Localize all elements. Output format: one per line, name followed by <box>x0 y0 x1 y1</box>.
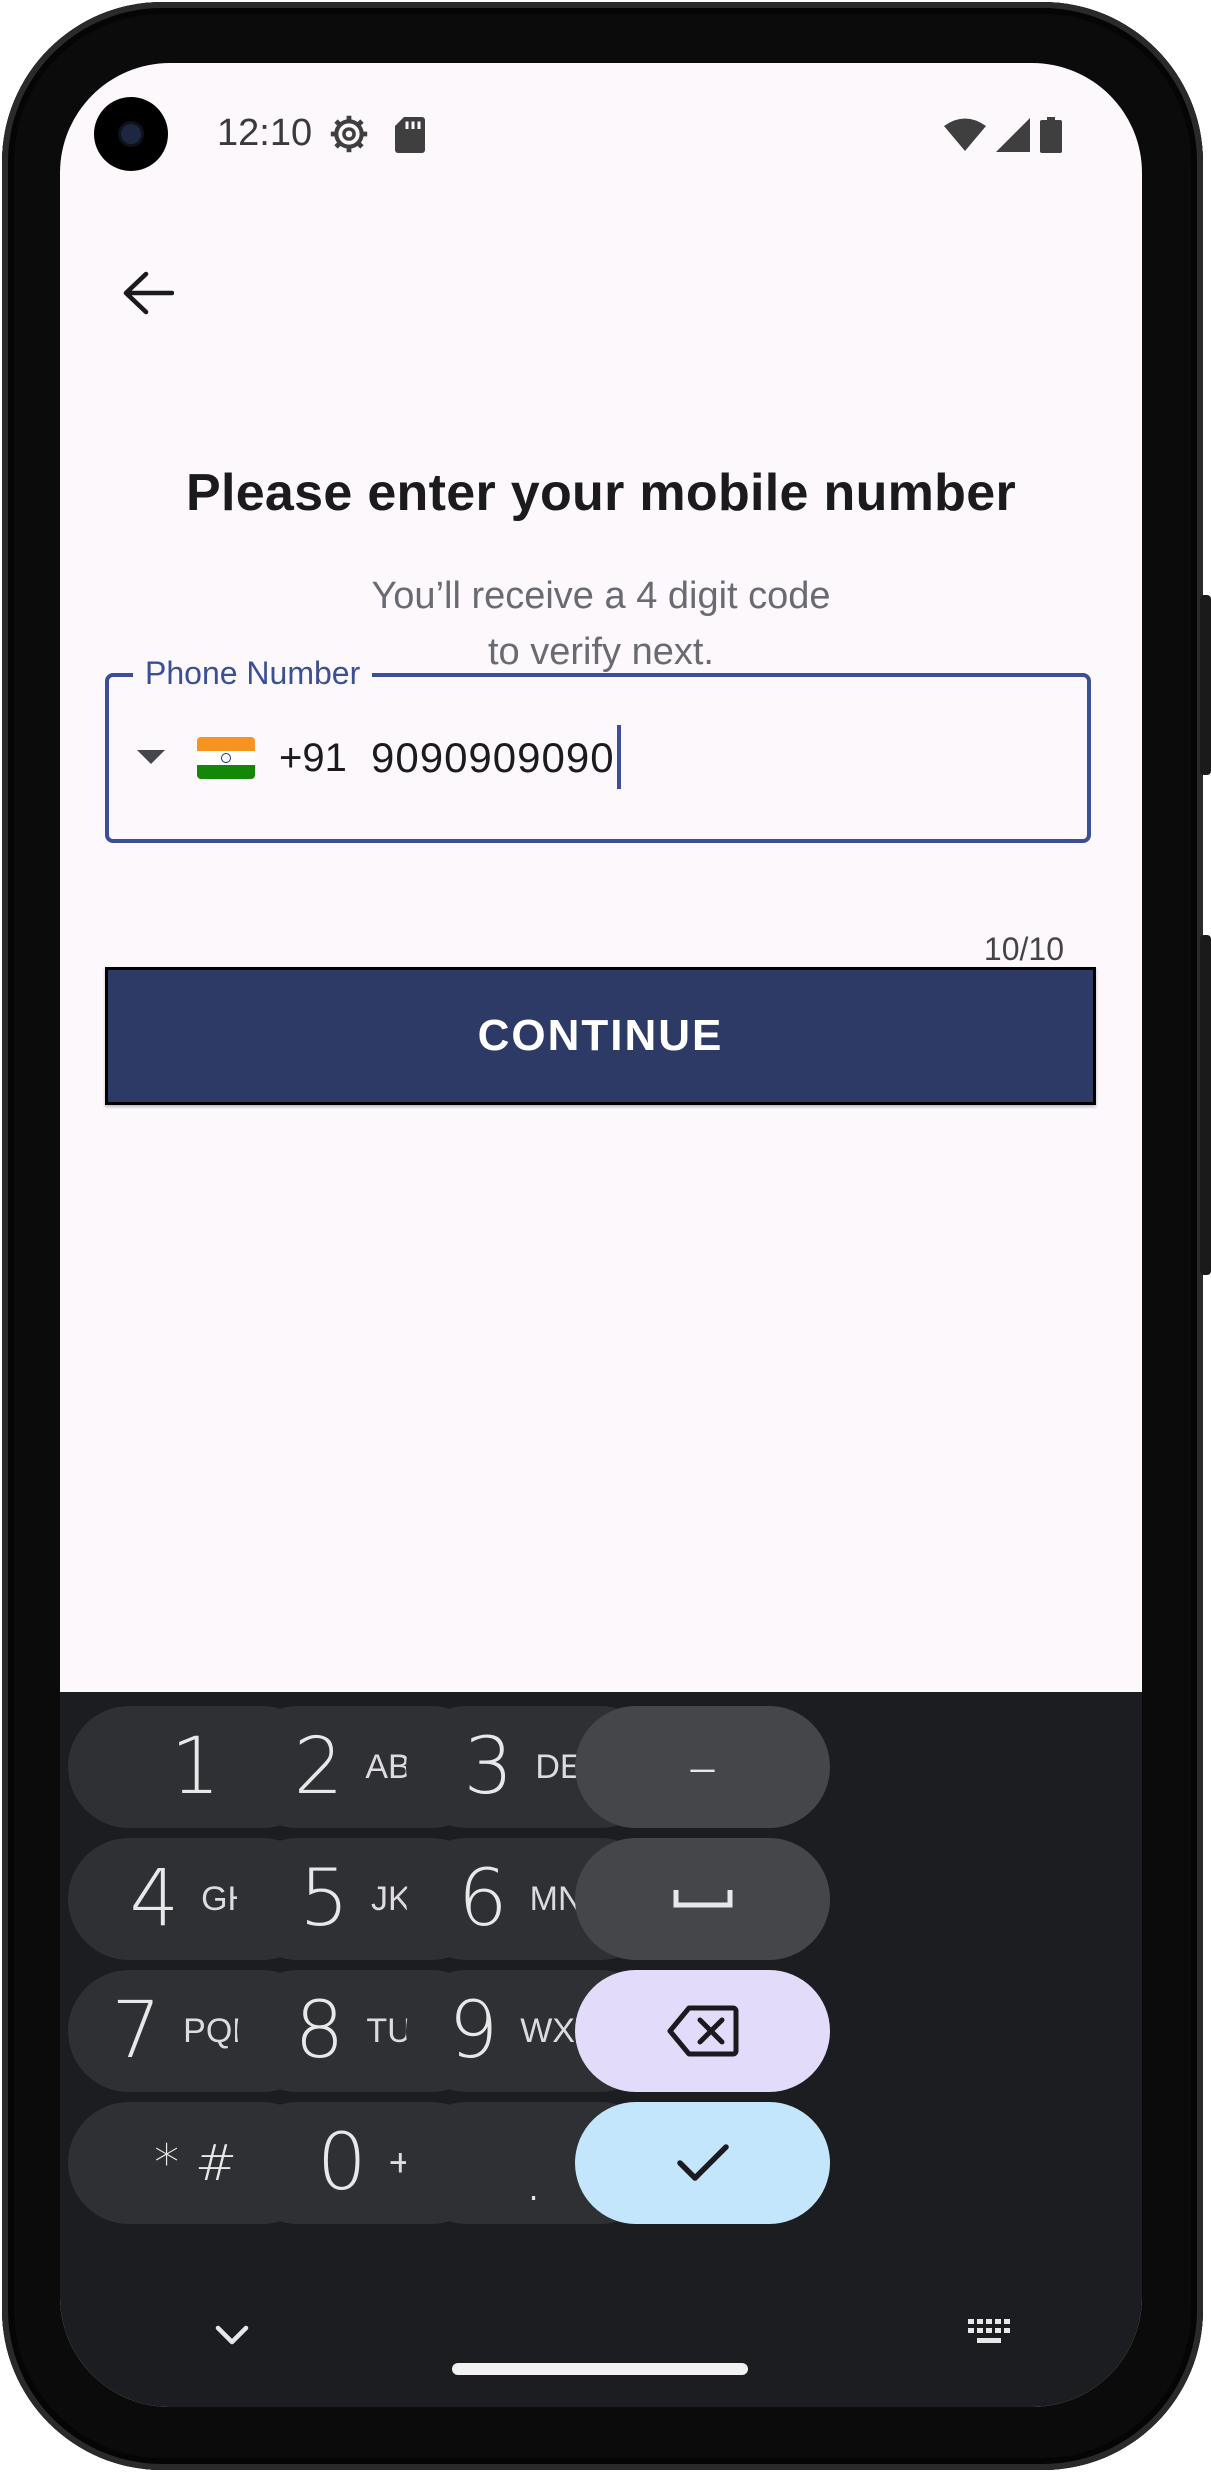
key-digit: 3 <box>463 1722 514 1812</box>
key-digit: 5 <box>299 1854 350 1944</box>
text-cursor <box>616 725 621 789</box>
cellular-signal-icon <box>996 118 1030 152</box>
key-digit: 0 <box>317 2118 367 2208</box>
phone-number-label: Phone Number <box>133 651 373 695</box>
phone-number-field[interactable]: Phone Number +91 9090909090 <box>105 651 1091 843</box>
front-camera <box>94 97 168 171</box>
key-symbol: . <box>523 2142 544 2216</box>
chevron-down-icon[interactable] <box>210 2322 254 2350</box>
space-icon <box>673 1890 732 1908</box>
key-digit: 1 <box>170 1722 221 1812</box>
continue-button[interactable]: CONTINUE <box>105 967 1096 1105</box>
country-dropdown-arrow-icon[interactable] <box>137 750 165 764</box>
arrow-back-icon <box>123 271 174 315</box>
subtitle-line-1: You’ll receive a 4 digit code <box>371 575 831 617</box>
key-done[interactable] <box>575 2102 830 2224</box>
power-button <box>1200 595 1211 775</box>
phone-number-input[interactable]: 9090909090 <box>371 725 621 793</box>
key-digit: 2 <box>293 1722 344 1812</box>
volume-button <box>1200 935 1211 1275</box>
key-dash[interactable]: – <box>575 1706 830 1828</box>
page-title: Please enter your mobile number <box>185 464 1016 522</box>
india-flag-icon[interactable] <box>197 737 255 779</box>
phone-number-value: 9090909090 <box>371 734 615 782</box>
battery-icon <box>1040 117 1062 153</box>
key-symbols: * # <box>154 2134 237 2192</box>
status-icons <box>944 115 1062 155</box>
key-digit: 7 <box>111 1986 162 2076</box>
key-backspace[interactable] <box>575 1970 830 2092</box>
wifi-icon <box>944 118 986 151</box>
key-space[interactable] <box>575 1838 830 1960</box>
key-digit: 4 <box>129 1854 180 1944</box>
check-icon <box>676 2144 729 2181</box>
home-gesture-bar[interactable] <box>452 2363 748 2375</box>
backspace-icon <box>667 2005 738 2057</box>
key-digit: 9 <box>448 1986 499 2076</box>
dash-symbol: – <box>687 1732 718 1802</box>
settings-gear-icon <box>330 115 368 153</box>
character-counter: 10/10 <box>983 931 1064 967</box>
status-time: 12:10 <box>217 112 313 154</box>
dial-code[interactable]: +91 <box>279 729 347 787</box>
back-button[interactable] <box>98 243 198 343</box>
sd-card-icon <box>395 117 425 153</box>
key-digit: 6 <box>458 1854 508 1944</box>
keyboard-icon[interactable] <box>968 2317 1012 2347</box>
phone-frame: 12:10 Please enter your mobile number Yo… <box>0 0 1211 2474</box>
key-digit: 8 <box>294 1986 345 2076</box>
app-screen: 12:10 Please enter your mobile number Yo… <box>60 63 1142 2407</box>
numeric-keyboard: 1 2 ABC 3 DEF – 4 GHI 5 JKL 6 MNO 7 PQRS… <box>60 1692 1142 2407</box>
